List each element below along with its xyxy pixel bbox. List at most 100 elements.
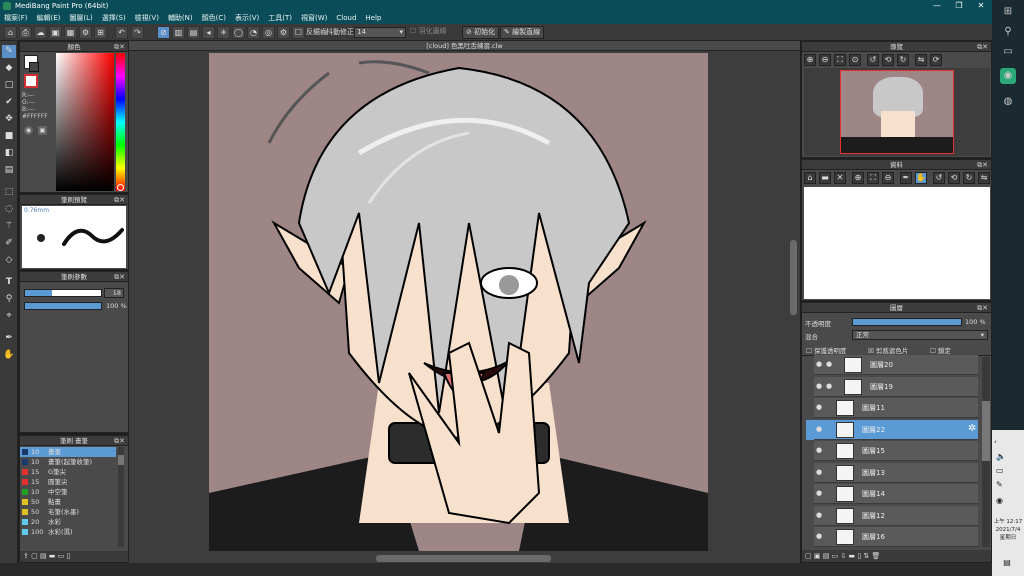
volume-icon[interactable]: 🔈 — [996, 452, 1006, 461]
panel-menu-icon[interactable]: ⧉✕ — [977, 160, 988, 170]
network-icon[interactable]: ▭ — [996, 466, 1004, 475]
text-tool-icon[interactable]: T — [2, 276, 16, 289]
brush-list-scrollbar[interactable] — [118, 447, 124, 547]
panel-menu-icon[interactable]: ⧉✕ — [114, 42, 125, 52]
zoom-in-icon[interactable]: ⊕ — [804, 54, 816, 66]
material-view[interactable] — [804, 187, 990, 299]
menu-color[interactable]: 顏色(C) — [202, 13, 226, 23]
brush-list-item[interactable]: 10 畫筆 — [20, 447, 116, 457]
menu-select[interactable]: 選擇(S) — [102, 13, 126, 23]
material-zoom-out-icon[interactable]: ⊖ — [882, 172, 894, 184]
flip-icon[interactable]: ⇋ — [915, 54, 927, 66]
panel-menu-icon[interactable]: ⧉✕ — [977, 42, 988, 52]
medibang-app-icon[interactable]: ◉ — [1000, 68, 1016, 84]
layer-row[interactable]: ● 圖層11 — [814, 398, 978, 418]
new-layer-icon[interactable]: ▢ — [805, 552, 814, 560]
snap-line-button[interactable]: ✎ 繪製直線 — [500, 26, 545, 39]
canvas-vertical-scrollbar[interactable] — [790, 240, 797, 315]
eye-icon[interactable]: ● — [816, 489, 824, 497]
brush-list-item[interactable]: 15 圓筆尖 — [20, 477, 116, 487]
save-icon[interactable]: ⎙ — [19, 26, 32, 39]
layer-row[interactable]: ● ● 圖層19 — [814, 376, 978, 397]
layer-opacity-slider[interactable] — [852, 318, 962, 326]
new-brush-icon[interactable]: ▢ — [31, 552, 40, 560]
layer-list-scroll-thumb[interactable] — [982, 401, 990, 461]
document-tab[interactable]: [cloud] 色黑吐舌練習.clw — [129, 41, 800, 51]
layer-row[interactable]: ● ● 圖層20 — [814, 355, 978, 375]
rotate-right-icon[interactable]: ↻ — [897, 54, 909, 66]
brush-list-item[interactable]: 50 點畫 — [20, 497, 116, 507]
material-zoom-in-icon[interactable]: ⊕ — [852, 172, 864, 184]
menu-view[interactable]: 檢視(V) — [135, 13, 159, 23]
hand-tool-icon[interactable]: ✋ — [2, 349, 16, 362]
home-icon[interactable]: ⌂ — [4, 26, 17, 39]
snap-vanish-icon[interactable]: ◂ — [202, 26, 215, 39]
saturation-value-picker[interactable] — [56, 53, 114, 191]
layer-row[interactable]: ● 圖層22 ✲ — [806, 419, 978, 440]
grid-settings-icon[interactable]: ⊞ — [94, 26, 107, 39]
brush-list-item[interactable]: 20 水彩 — [20, 517, 116, 527]
snap-curve-icon[interactable]: ◔ — [247, 26, 260, 39]
snap-circle-icon[interactable]: ◯ — [232, 26, 245, 39]
operation-tool-icon[interactable]: ⚲ — [2, 293, 16, 306]
eye-icon[interactable]: ● — [816, 446, 824, 454]
snap-concentric-icon[interactable]: ◎ — [262, 26, 275, 39]
brush-folder-icon[interactable]: ▬ — [49, 552, 58, 560]
brush-size-slider[interactable] — [24, 289, 102, 297]
menu-tool[interactable]: 工具(T) — [268, 13, 292, 23]
palette-icon[interactable]: ▣ — [38, 126, 47, 135]
redo-icon[interactable]: ↷ — [131, 26, 144, 39]
refresh-icon[interactable]: ⟳ — [930, 54, 942, 66]
material-home-icon[interactable]: ⌂ — [804, 172, 816, 184]
clipping-checkbox[interactable]: ☒ 剪裁遮色片 — [868, 345, 908, 355]
search-icon[interactable]: ⚲ — [1000, 24, 1016, 40]
protect-alpha-checkbox[interactable]: ☐ 保護透明度 — [806, 345, 846, 355]
lasso-tool-icon[interactable]: ◌ — [2, 203, 16, 216]
minimize-button[interactable]: — — [926, 0, 948, 12]
pen-icon[interactable]: ✎ — [996, 480, 1003, 489]
menu-layer[interactable]: 圖層(L) — [69, 13, 92, 23]
hue-slider[interactable] — [116, 53, 125, 191]
transparent-color-swatch[interactable] — [24, 74, 38, 88]
snap-off-icon[interactable]: ⊘ — [157, 26, 170, 39]
select-pen-tool-icon[interactable]: ✐ — [2, 237, 16, 250]
zoom-icon[interactable]: ⊙ — [849, 54, 861, 66]
brush-list-item[interactable]: 100 水彩(濕) — [20, 527, 116, 537]
brush-list-item[interactable]: 10 畫筆(起筆收筆) — [20, 457, 116, 467]
reset-button[interactable]: ⊘ 初始化 — [462, 26, 500, 39]
menu-edit[interactable]: 編輯(E) — [37, 13, 61, 23]
new-halftone-layer-icon[interactable]: ▣ — [814, 552, 823, 560]
hue-handle[interactable] — [117, 184, 124, 191]
layer-folder-icon[interactable]: ▬ — [848, 552, 857, 560]
eye-icon[interactable]: ● — [816, 425, 824, 433]
eraser-tool-icon[interactable]: ◆ — [2, 62, 16, 75]
secondary-color-swatch[interactable] — [29, 62, 39, 72]
material-rotate-left-icon[interactable]: ↺ — [933, 172, 945, 184]
eye-icon[interactable]: ● — [826, 360, 832, 368]
grid-icon[interactable]: ▦ — [64, 26, 77, 39]
canvas-horizontal-scrollbar[interactable] — [376, 555, 551, 562]
layer-row[interactable]: ● 圖層15 — [814, 441, 978, 461]
layer-row[interactable]: ● 圖層16 — [814, 527, 978, 547]
dot-tool-icon[interactable]: □ — [2, 79, 16, 92]
material-hand-icon[interactable]: ✋ — [915, 172, 927, 184]
menu-display[interactable]: 表示(V) — [235, 13, 259, 23]
magic-wand-tool-icon[interactable]: ⚚ — [2, 220, 16, 233]
menu-snap[interactable]: 輔助(N) — [168, 13, 193, 23]
feather-option[interactable]: ☐ 羽化邊緣 — [408, 27, 458, 38]
gear-icon[interactable]: ✲ — [968, 423, 976, 434]
menu-help[interactable]: Help — [365, 14, 381, 22]
brush-size-value[interactable]: 18 — [104, 288, 124, 298]
lock-checkbox[interactable]: ☐ 鎖定 — [930, 345, 951, 355]
zoom-out-icon[interactable]: ⊖ — [819, 54, 831, 66]
eye-icon[interactable]: ● — [816, 468, 824, 476]
bucket-tool-icon[interactable]: ◧ — [2, 147, 16, 160]
material-dropper-icon[interactable]: ✒ — [900, 172, 912, 184]
cloud-icon[interactable]: ☁ — [34, 26, 47, 39]
layer-row[interactable]: ● 圖層14 — [814, 484, 978, 504]
material-rotate-right-icon[interactable]: ↻ — [963, 172, 975, 184]
eye-icon[interactable]: ● — [816, 532, 824, 540]
check-tool-icon[interactable]: ✔ — [2, 96, 16, 109]
brush-list-item[interactable]: 10 中空筆 — [20, 487, 116, 497]
fill-rect-tool-icon[interactable]: ■ — [2, 130, 16, 143]
